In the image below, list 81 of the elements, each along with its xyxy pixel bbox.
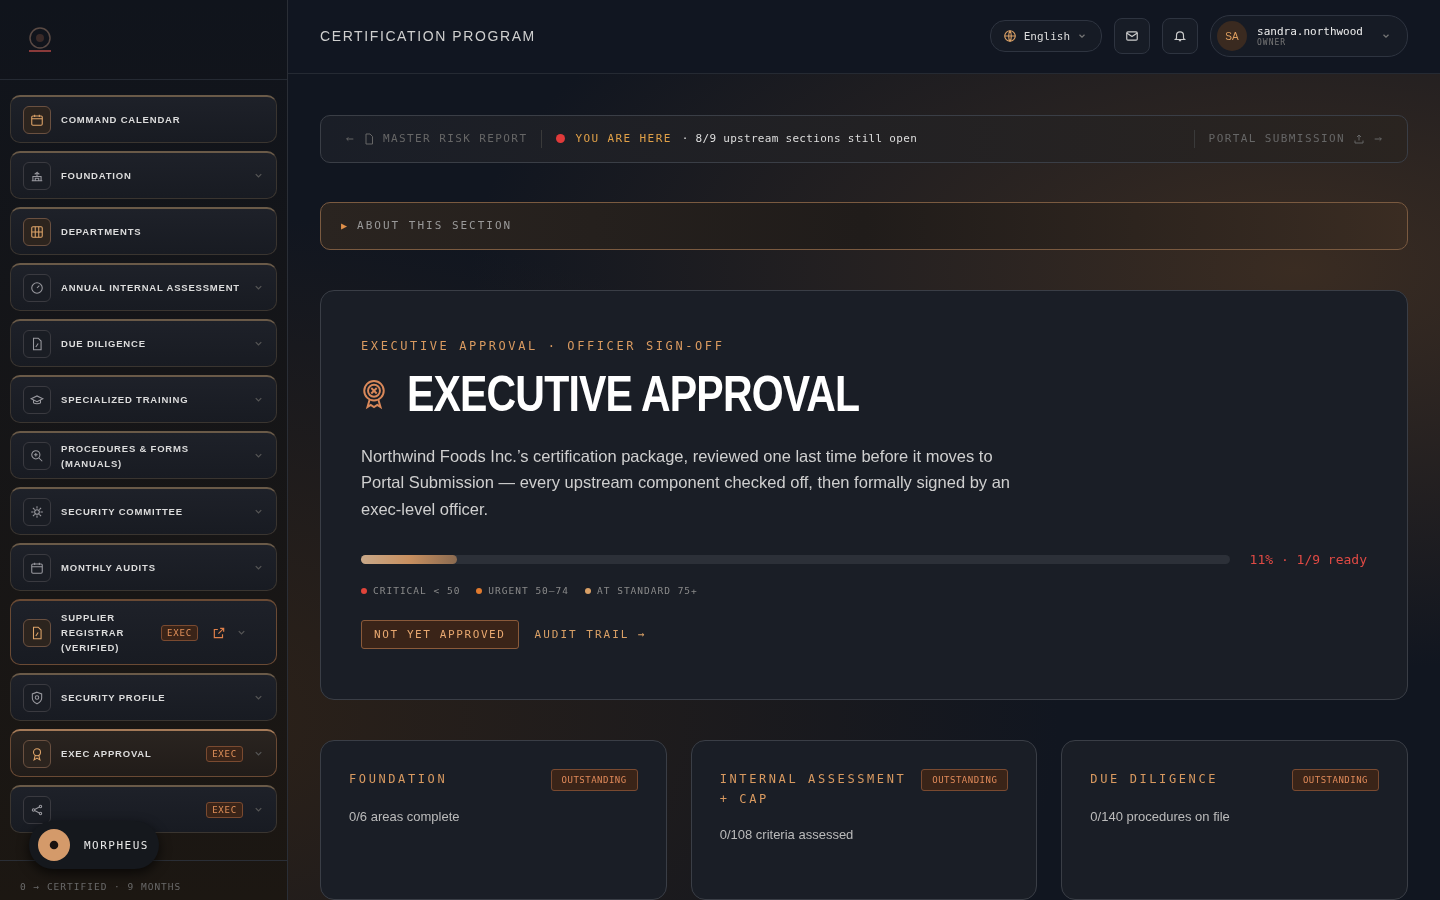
calendar-icon <box>30 560 44 575</box>
building-icon <box>30 168 44 183</box>
exec-badge: EXEC <box>206 745 243 762</box>
status-badge: OUTSTANDING <box>1291 769 1379 791</box>
sidebar-item[interactable]: COMMAND CALENDAR <box>10 95 277 143</box>
document-icon <box>30 625 44 640</box>
mail-button[interactable] <box>1114 18 1151 55</box>
sidebar-item[interactable]: DEPARTMENTS <box>10 207 277 255</box>
sidebar-item-label: MONTHLY AUDITS <box>61 561 157 575</box>
sidebar-item[interactable]: EXEC <box>10 785 277 833</box>
sidebar-item-label: EXEC APPROVAL <box>61 747 153 761</box>
card-title: INTERNAL ASSESSMENT + CAP <box>719 771 908 808</box>
sidebar-item-label: SUPPLIER REGISTRAR (VERIFIED) <box>61 611 126 655</box>
sidebar-item[interactable]: FOUNDATION <box>10 151 277 199</box>
sidebar-item-label: SPECIALIZED TRAINING <box>61 393 190 407</box>
card-title: DUE DILIGENCE <box>1090 771 1219 788</box>
sidebar-item-label: SECURITY COMMITTEE <box>61 505 184 519</box>
user-role: OWNER <box>1257 38 1288 48</box>
progress-reading: 11% · 1/9 ready <box>1249 552 1367 567</box>
share-icon <box>30 802 44 817</box>
sidebar-item-label: PROCEDURES & FORMS (MANUALS) <box>61 441 190 471</box>
card-detail: 0/108 criteria assessed <box>719 827 855 842</box>
globe-icon <box>1002 29 1017 44</box>
sidebar-item[interactable]: ANNUAL INTERNAL ASSESSMENT <box>10 263 277 311</box>
graduation-cap-icon <box>30 392 44 407</box>
sidebar-item-label: DUE DILIGENCE <box>61 337 147 351</box>
sidebar-item[interactable]: PROCEDURES & FORMS (MANUALS) <box>10 431 277 479</box>
grid-icon <box>30 224 44 239</box>
page-title: CERTIFICATION PROGRAM <box>320 28 536 45</box>
sidebar-item-label: DEPARTMENTS <box>61 225 143 239</box>
sidebar-item[interactable]: MONTHLY AUDITS <box>10 543 277 591</box>
calendar-icon <box>30 112 44 127</box>
approval-status-badge: NOT YET APPROVED <box>361 620 519 649</box>
sidebar-item[interactable]: EXEC APPROVAL EXEC <box>10 729 277 777</box>
sidebar-item-label: COMMAND CALENDAR <box>61 113 182 127</box>
user-avatar: SA <box>1217 21 1248 52</box>
sidebar-item[interactable]: SPECIALIZED TRAINING <box>10 375 277 423</box>
notifications-button[interactable] <box>1162 18 1199 55</box>
card-title: FOUNDATION <box>349 771 448 788</box>
document-icon <box>30 336 44 351</box>
exec-badge: EXEC <box>206 801 243 818</box>
status-badge: OUTSTANDING <box>921 769 1009 791</box>
award-icon <box>30 746 44 761</box>
hero-description: Northwind Foods Inc.’s certification package, reviewed one last time before it moves to Portal Submission — every upstream component checked off, then formally signed by an exec-level officer. <box>361 445 1012 520</box>
external-link-icon[interactable] <box>211 625 226 640</box>
legend-label: URGENT 50–74 <box>488 585 569 596</box>
zoom-icon <box>30 448 44 463</box>
gauge-icon <box>30 280 44 295</box>
bell-icon <box>1173 29 1188 44</box>
document-icon <box>363 132 375 145</box>
floating-assistant-menu[interactable]: MORPHEUS <box>29 821 159 869</box>
disclosure-triangle-icon: ▶ <box>341 220 350 231</box>
sidebar-item-label: SECURITY PROFILE <box>61 691 167 705</box>
hero-title: EXECUTIVE APPROVAL <box>407 364 860 423</box>
sidebar-item-label: ANNUAL INTERNAL ASSESSMENT <box>61 281 241 295</box>
current-location-dot <box>556 134 566 143</box>
user-name: sandra.northwood <box>1257 25 1363 39</box>
language-selector[interactable]: English <box>989 20 1103 53</box>
upload-icon <box>1353 132 1365 145</box>
certification-timeline: 0 → CERTIFIED · 9 MONTHS <box>20 881 182 892</box>
shield-icon <box>30 690 44 705</box>
mail-icon <box>1125 29 1140 44</box>
user-menu[interactable]: SA sandra.northwood OWNER <box>1210 15 1408 58</box>
sidebar-item[interactable]: SECURITY PROFILE <box>10 673 277 721</box>
current-location-label: YOU ARE HERE <box>575 132 672 145</box>
legend-label: AT STANDARD 75+ <box>597 585 698 596</box>
audit-trail-link[interactable]: AUDIT TRAIL → <box>534 628 647 641</box>
upstream-status-text: · 8/9 upstream sections still open <box>681 132 918 145</box>
sidebar-item[interactable]: DUE DILIGENCE <box>10 319 277 367</box>
about-section-toggle[interactable]: ▶ ABOUT THIS SECTION <box>320 201 1408 250</box>
disc-icon <box>38 829 70 861</box>
card-detail: 0/6 areas complete <box>349 809 461 824</box>
legend-label: CRITICAL < 50 <box>373 585 461 596</box>
sidebar-item-label: FOUNDATION <box>61 169 133 183</box>
sidebar-item[interactable]: SECURITY COMMITTEE <box>10 487 277 535</box>
card-detail: 0/140 procedures on file <box>1090 809 1231 824</box>
exec-badge: EXEC <box>161 624 198 641</box>
sidebar-item[interactable]: SUPPLIER REGISTRAR (VERIFIED) EXEC <box>10 599 277 665</box>
gear-icon <box>30 504 44 519</box>
section-eyebrow: EXECUTIVE APPROVAL · OFFICER SIGN-OFF <box>361 338 726 353</box>
status-badge: OUTSTANDING <box>550 769 638 791</box>
